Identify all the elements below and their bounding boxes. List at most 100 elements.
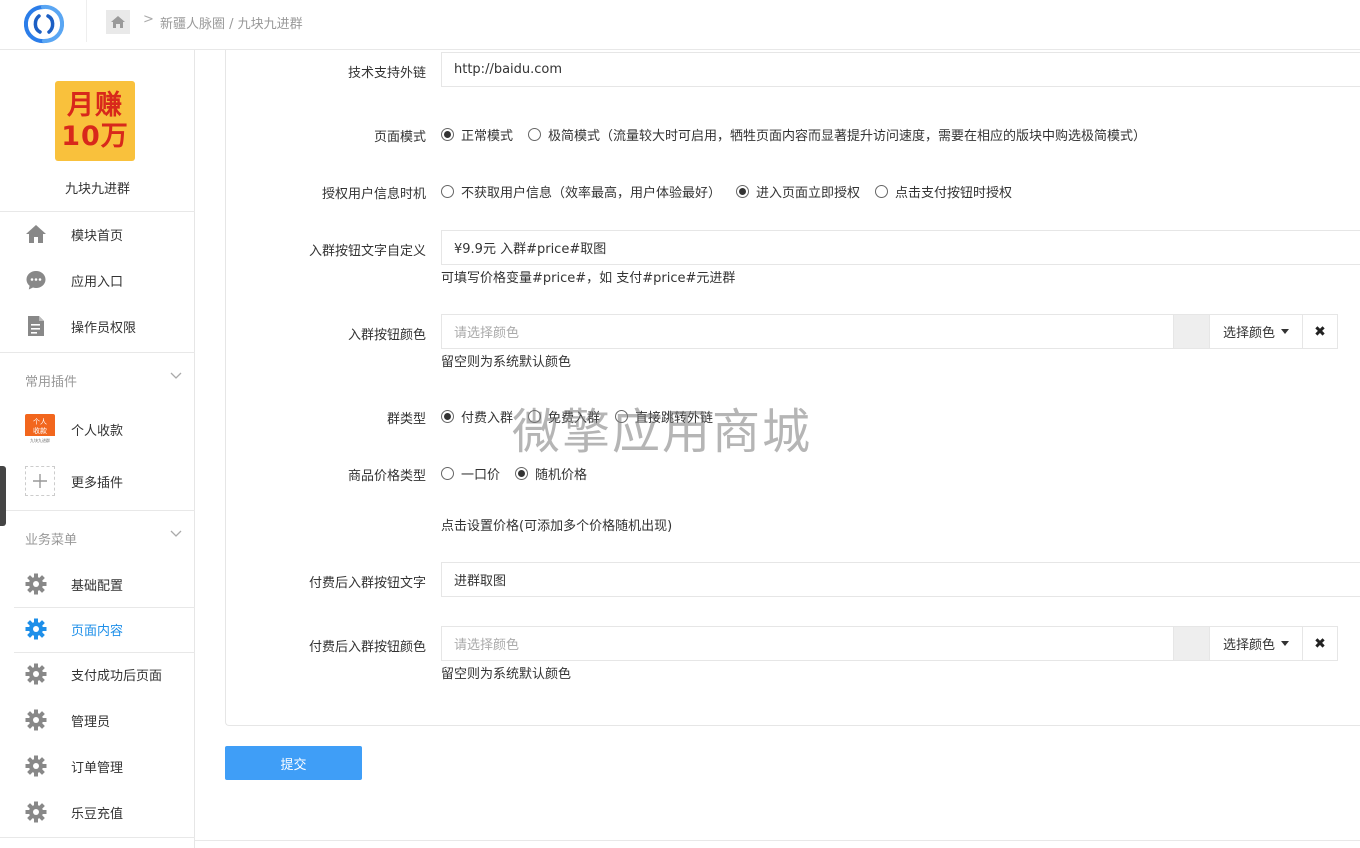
join-button-color-input[interactable]: 请选择颜色 [442,315,1173,348]
clear-color-button[interactable]: ✖ [1302,627,1337,660]
radio-label: 极简模式（流量较大时可启用，牺牲页面内容而显著提升访问速度，需要在相应的版块中购… [548,129,1147,144]
join-button-text-hint: 可填写价格变量#price#，如 支付#price#元进群 [441,271,736,286]
paid-button-color-input[interactable]: 请选择颜色 [442,627,1173,660]
group-title-common-plugins: 常用插件 [25,375,78,390]
page-mode-label: 页面模式 [373,130,426,145]
radio-checked-icon [736,185,750,198]
price-type-label: 商品价格类型 [347,469,426,484]
price-type-fixed-radio[interactable]: 一口价 [441,464,500,483]
page-mode-normal-radio[interactable]: 正常模式 [441,125,513,144]
sidebar-item-label: 订单管理 [71,760,124,776]
radio-label: 付费入群 [461,411,514,426]
join-button-color-label: 入群按钮颜色 [347,328,426,343]
radio-label: 正常模式 [461,129,514,144]
home-button[interactable] [106,10,130,34]
radio-label: 免费入群 [548,411,601,426]
radio-label: 进入页面立即授权 [756,186,861,201]
radio-label: 点击支付按钮时授权 [895,186,1013,201]
group-type-external-link-radio[interactable]: 直接跳转外链 [615,407,713,426]
chevron-down-icon[interactable] [170,527,182,539]
group-title-business-menu: 业务菜单 [25,533,78,548]
sidebar-item-orders[interactable]: 订单管理 [0,744,195,788]
chevron-down-icon[interactable] [170,369,182,381]
price-type-random-radio[interactable]: 随机价格 [515,464,587,483]
gear-icon [25,663,47,685]
breadcrumb[interactable]: 新疆人脉圈 / 九块九进群 [160,13,303,32]
sidebar-item-label: 应用入口 [71,274,124,290]
auth-timing-on-enter-radio[interactable]: 进入页面立即授权 [736,182,860,201]
join-button-color-hint: 留空则为系统默认颜色 [441,355,572,370]
sidebar-item-label: 乐豆充值 [71,806,124,822]
select-color-label: 选择颜色 [1222,326,1275,341]
home-icon [111,16,125,28]
auth-timing-none-radio[interactable]: 不获取用户信息（效率最高，用户体验最好） [441,182,721,201]
page-mode-minimal-radio[interactable]: 极简模式（流量较大时可启用，牺牲页面内容而显著提升访问速度，需要在相应的版块中购… [528,125,1146,144]
price-type-radio-group: 一口价 随机价格 [441,464,602,483]
radio-unchecked-icon [441,467,454,480]
sidebar-item-payment-success-page[interactable]: 支付成功后页面 [0,652,195,696]
tech-link-input[interactable]: http://baidu.com [441,52,1360,87]
radio-label: 一口价 [461,468,501,483]
group-type-label: 群类型 [386,412,426,427]
clear-color-button[interactable]: ✖ [1302,315,1337,348]
select-color-button[interactable]: 选择颜色 [1209,627,1302,660]
paid-button-text-label: 付费后入群按钮文字 [308,576,426,591]
sidebar-item-ledou-recharge[interactable]: 乐豆充值 [0,790,195,834]
app-logo: 月赚 10万 [55,81,135,161]
paid-button-color-picker: 请选择颜色 选择颜色 ✖ [441,626,1338,661]
divider [0,352,195,353]
radio-label: 不获取用户信息（效率最高，用户体验最好） [461,186,722,201]
form-card [225,50,1360,726]
app-logo-icon[interactable] [22,4,66,44]
set-price-link[interactable]: 点击设置价格(可添加多个价格随机出现) [441,515,672,534]
join-button-color-picker: 请选择颜色 选择颜色 ✖ [441,314,1338,349]
radio-unchecked-icon [528,410,542,423]
radio-unchecked-icon [441,185,454,198]
group-type-paid-radio[interactable]: 付费入群 [441,407,513,426]
paid-button-color-label: 付费后入群按钮颜色 [308,640,426,655]
radio-unchecked-icon [615,410,629,423]
paid-button-text-input[interactable]: 进群取图 [441,562,1360,597]
radio-checked-icon [515,467,529,480]
select-color-button[interactable]: 选择颜色 [1209,315,1302,348]
sidebar-item-app-entry[interactable]: 应用入口 [0,258,195,302]
group-type-free-radio[interactable]: 免费入群 [528,407,600,426]
select-color-label: 选择颜色 [1222,638,1275,653]
gear-icon [25,801,47,823]
auth-timing-radio-group: 不获取用户信息（效率最高，用户体验最好） 进入页面立即授权 点击支付按钮时授权 [441,182,1027,201]
radio-checked-icon [441,410,454,423]
chat-icon [25,269,47,291]
divider [0,837,195,838]
paid-button-color-hint: 留空则为系统默认颜色 [441,667,572,682]
gear-icon [25,709,47,731]
topbar-divider [86,0,87,42]
tech-link-label: 技术支持外链 [347,66,426,81]
page-mode-radio-group: 正常模式 极简模式（流量较大时可启用，牺牲页面内容而显著提升访问速度，需要在相应… [441,125,1161,144]
radio-checked-icon [441,128,454,141]
group-type-radio-group: 付费入群 免费入群 直接跳转外链 [441,407,728,426]
sidebar-item-admins[interactable]: 管理员 [0,698,195,742]
join-button-text-label: 入群按钮文字自定义 [308,244,426,259]
sidebar: 月赚 10万 九块九进群 模块首页 应用入口 操作员权限 常用插件 个人 收款 [0,50,195,848]
personal-payment-icon-text: 九块九进群 [30,437,50,443]
caret-down-icon [1281,641,1289,646]
color-swatch [1173,315,1209,348]
footer-divider [195,840,1360,841]
caret-down-icon [1281,329,1289,334]
personal-payment-icon-text: 收款 [33,426,47,435]
gear-icon [25,755,47,777]
sidebar-item-label: 支付成功后页面 [71,668,163,684]
submit-button[interactable]: 提交 [225,746,362,780]
radio-label: 随机价格 [535,468,588,483]
app-logo-text: 月赚 [67,90,123,121]
auth-timing-label: 授权用户信息时机 [321,187,426,202]
join-button-text-input[interactable]: ¥9.9元 入群#price#取图 [441,230,1360,265]
divider [0,510,195,511]
sidebar-item-label: 管理员 [71,714,111,730]
radio-unchecked-icon [528,128,542,141]
chevron-right-icon: > [143,12,154,27]
auth-timing-on-pay-radio[interactable]: 点击支付按钮时授权 [875,182,1012,201]
radio-label: 直接跳转外链 [635,411,714,426]
color-swatch [1173,627,1209,660]
radio-unchecked-icon [875,185,889,198]
